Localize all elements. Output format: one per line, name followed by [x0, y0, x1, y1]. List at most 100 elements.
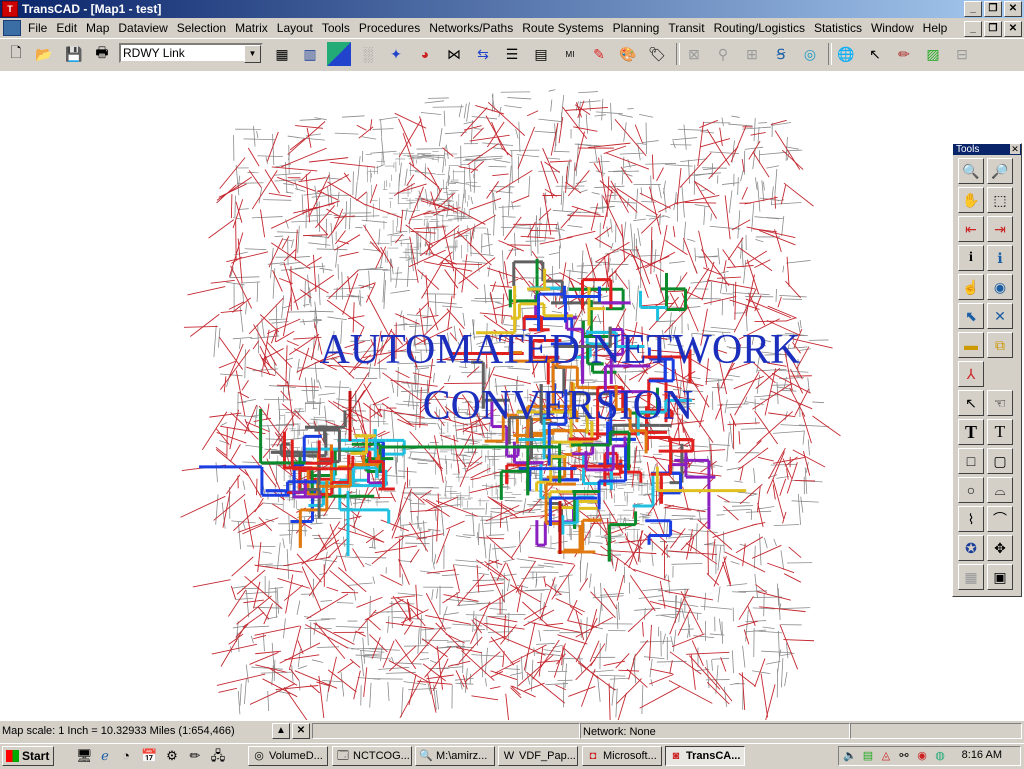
- map-info-icon[interactable]: ⊠: [682, 42, 706, 66]
- menu-tools[interactable]: Tools: [319, 21, 356, 35]
- scaled-symbol-icon[interactable]: ✦: [384, 42, 408, 66]
- menu-transit[interactable]: Transit: [665, 21, 710, 35]
- network-icon[interactable]: ⋈: [442, 42, 466, 66]
- internet-explorer-icon[interactable]: ℯ: [97, 748, 113, 764]
- calendar-icon[interactable]: 📅: [141, 748, 157, 764]
- rounded-rectangle-icon[interactable]: ▢: [987, 448, 1013, 474]
- grid-tool-icon[interactable]: ▦: [958, 564, 984, 590]
- move-right-icon[interactable]: ⇥: [987, 216, 1013, 242]
- pie-chart-icon[interactable]: ◕: [413, 42, 437, 66]
- browse-icon[interactable]: ↖: [863, 42, 887, 66]
- map-view[interactable]: AUTOMATED NETWORK CONVERSION: [0, 71, 1024, 720]
- quicklaunch-app-icon[interactable]: ◔: [118, 748, 134, 764]
- freehand-text-icon[interactable]: Ƭ: [987, 419, 1013, 445]
- polyline-icon[interactable]: ⌇: [958, 506, 984, 532]
- menu-file[interactable]: File: [25, 21, 53, 35]
- layer-dropdown[interactable]: RDWY Link ▼: [119, 43, 263, 63]
- print-icon[interactable]: 🖶: [90, 42, 114, 66]
- task-button-vdf-paper[interactable]: W VDF_Pap...: [498, 746, 578, 766]
- menu-dataview[interactable]: Dataview: [115, 21, 173, 35]
- pin-icon[interactable]: ⚲: [711, 42, 735, 66]
- menu-layout[interactable]: Layout: [274, 21, 319, 35]
- map-document-icon[interactable]: [3, 20, 21, 36]
- highlighter-icon[interactable]: ✎: [587, 42, 611, 66]
- transcad-app-icon[interactable]: T: [2, 1, 18, 17]
- menu-route-systems[interactable]: Route Systems: [519, 21, 609, 35]
- task-button-transcad[interactable]: ◙ TransCA...: [665, 746, 745, 766]
- circle-icon[interactable]: ○: [958, 477, 984, 503]
- scroll-up-icon[interactable]: ▲: [272, 723, 290, 739]
- scale-box-icon[interactable]: ⧉: [987, 332, 1013, 358]
- text-icon[interactable]: T: [958, 419, 984, 445]
- ruler-icon[interactable]: ▬: [958, 332, 984, 358]
- info-icon[interactable]: i: [958, 245, 984, 271]
- map-canvas[interactable]: AUTOMATED NETWORK CONVERSION: [0, 71, 1024, 720]
- show-desktop-icon[interactable]: 🖥: [76, 748, 92, 764]
- tray-link-icon[interactable]: ⚯: [897, 749, 911, 763]
- menu-routing-logistics[interactable]: Routing/Logistics: [711, 21, 811, 35]
- layers-manager-icon[interactable]: ▨: [921, 42, 945, 66]
- task-button-microsoft[interactable]: ◘ Microsoft...: [582, 746, 662, 766]
- menu-networks-paths[interactable]: Networks/Paths: [426, 21, 519, 35]
- globe-map-icon[interactable]: ◎: [798, 42, 822, 66]
- zoom-out-icon[interactable]: 🔎: [987, 158, 1013, 184]
- compass-icon[interactable]: ✥: [987, 535, 1013, 561]
- select-zoom-icon[interactable]: ⬚: [987, 187, 1013, 213]
- tray-app-icon[interactable]: ▤: [861, 749, 875, 763]
- menu-planning[interactable]: Planning: [610, 21, 666, 35]
- volume-icon[interactable]: 🔈: [843, 749, 857, 763]
- acrobat-icon[interactable]: ◬: [879, 749, 893, 763]
- globe-icon[interactable]: 🌐: [834, 42, 858, 66]
- quicklaunch-tool-icon[interactable]: ⚙: [164, 748, 180, 764]
- select-pointer-icon[interactable]: ⬉: [958, 303, 984, 329]
- open-folder-icon[interactable]: 📂: [32, 42, 56, 66]
- route-icon[interactable]: ⇆: [471, 42, 495, 66]
- network-drive-icon[interactable]: 🖧: [210, 748, 226, 764]
- curve-shape-icon[interactable]: ⌓: [987, 477, 1013, 503]
- tray-globe-icon[interactable]: ◍: [933, 749, 947, 763]
- task-button-nctcog[interactable]: 🗔 NCTCOG...: [332, 746, 412, 766]
- chart-icon[interactable]: ▥: [298, 42, 322, 66]
- arrow-icon[interactable]: ↖: [958, 390, 984, 416]
- color-palette-icon[interactable]: 🎨: [616, 42, 640, 66]
- split-icon[interactable]: ⅄: [958, 361, 984, 387]
- chevron-down-icon[interactable]: ▼: [244, 45, 261, 63]
- label-icon[interactable]: 🏷: [645, 42, 669, 66]
- cross-icon[interactable]: ✕: [987, 303, 1013, 329]
- tools-palette-title[interactable]: Tools ✕: [953, 144, 1021, 155]
- tray-shield-icon[interactable]: ◉: [915, 749, 929, 763]
- layers-icon[interactable]: ☰: [500, 42, 524, 66]
- minimize-button[interactable]: _: [964, 1, 982, 17]
- pointer-circle-icon[interactable]: ◉: [987, 274, 1013, 300]
- menu-matrix[interactable]: Matrix: [232, 21, 274, 35]
- edit-info-icon[interactable]: ℹ: [987, 245, 1013, 271]
- touch-icon[interactable]: ☝: [958, 274, 984, 300]
- menu-selection[interactable]: Selection: [174, 21, 232, 35]
- rectangle-icon[interactable]: □: [958, 448, 984, 474]
- doc-close-button[interactable]: ✕: [1004, 21, 1022, 37]
- doc-restore-button[interactable]: ❐: [984, 21, 1002, 37]
- star-icon[interactable]: ✪: [958, 535, 984, 561]
- stop-icon[interactable]: ✕: [292, 723, 310, 739]
- restore-button[interactable]: ❐: [984, 1, 1002, 17]
- freehand-arc-icon[interactable]: ⌒: [987, 506, 1013, 532]
- new-file-icon[interactable]: 🗋: [4, 42, 28, 66]
- menu-procedures[interactable]: Procedures: [356, 21, 426, 35]
- grid-icon[interactable]: ⊞: [740, 42, 764, 66]
- task-button-explorer[interactable]: 🔍 M:\amirz...: [415, 746, 495, 766]
- tools-close-icon[interactable]: ✕: [1010, 144, 1020, 154]
- route-path-icon[interactable]: Ꞩ: [769, 42, 793, 66]
- theme-icon[interactable]: [327, 42, 351, 66]
- pan-icon[interactable]: ✋: [958, 187, 984, 213]
- scale-bar-icon[interactable]: MI: [558, 42, 582, 66]
- dot-density-icon[interactable]: ░: [356, 42, 380, 66]
- hand-pointer-icon[interactable]: ☜: [987, 390, 1013, 416]
- dataview-icon[interactable]: ▦: [270, 42, 294, 66]
- zoom-in-icon[interactable]: 🔍: [958, 158, 984, 184]
- pencil-icon[interactable]: ✏: [187, 748, 203, 764]
- legend-icon[interactable]: ▤: [529, 42, 553, 66]
- menu-map[interactable]: Map: [83, 21, 115, 35]
- task-button-volumed[interactable]: ◎ VolumeD...: [248, 746, 328, 766]
- save-icon[interactable]: 💾: [62, 42, 86, 66]
- move-left-icon[interactable]: ⇤: [958, 216, 984, 242]
